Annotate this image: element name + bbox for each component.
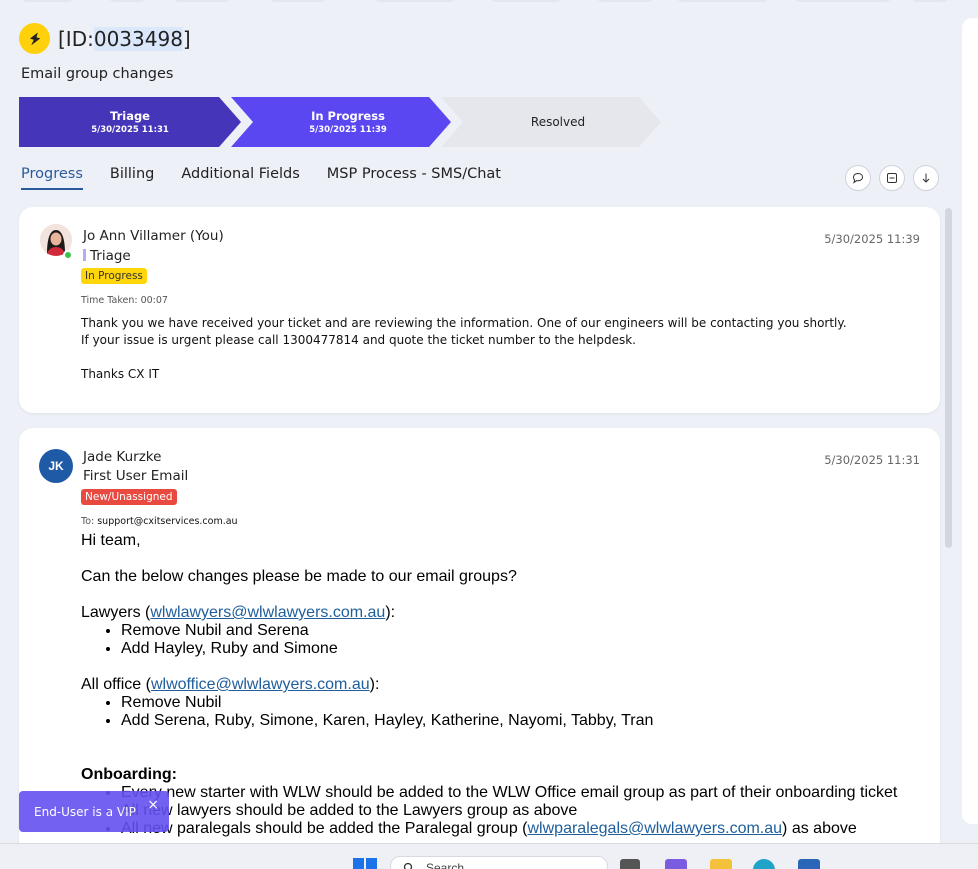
onboarding-heading: Onboarding:: [81, 766, 177, 783]
step-resolved[interactable]: Resolved: [441, 97, 661, 147]
ticket-icon: [19, 23, 50, 54]
email-link[interactable]: wlwoffice@wlwlawyers.com.au: [151, 676, 370, 693]
list-item: All new lawyers should be added to the L…: [121, 802, 897, 820]
email-link[interactable]: wlwparalegals@wlwlawyers.com.au: [528, 820, 783, 837]
status-badge: In Progress: [81, 268, 147, 284]
download-icon[interactable]: [913, 165, 939, 191]
step-in-progress[interactable]: In Progress 5/30/2025 11:39: [231, 97, 451, 147]
vip-toast: End-User is a VIP ×: [19, 791, 169, 832]
tab-billing[interactable]: Billing: [110, 166, 154, 190]
collapse-icon[interactable]: [879, 165, 905, 191]
entry-status-line: Triage: [83, 248, 131, 264]
right-side-panel: [962, 18, 978, 824]
task-view-icon[interactable]: [620, 859, 640, 869]
to-address: To: support@cxitservices.com.au: [81, 516, 238, 527]
entry-author: Jo Ann Villamer (You): [83, 228, 224, 244]
store-icon[interactable]: [798, 859, 820, 869]
taskbar: Search: [0, 843, 978, 869]
tab-bar: Progress Billing Additional Fields MSP P…: [21, 166, 528, 190]
entry-author: Jade Kurzke: [83, 449, 162, 465]
list-item: Remove Nubil: [121, 694, 897, 712]
email-body: Hi team, Can the below changes please be…: [81, 532, 897, 838]
ticket-subject: Email group changes: [21, 66, 174, 82]
email-link[interactable]: wlwlawyers@wlwlawyers.com.au: [150, 604, 385, 621]
edge-icon[interactable]: [753, 859, 775, 869]
search-icon: [403, 862, 413, 869]
list-item: Remove Nubil and Serena: [121, 622, 897, 640]
step-triage[interactable]: Triage 5/30/2025 11:31: [19, 97, 241, 147]
entry-status-line: First User Email: [83, 468, 189, 484]
toolbar: [845, 165, 947, 191]
timeline-entry: Jo Ann Villamer (You) Triage In Progress…: [19, 207, 940, 413]
ticket-header: [ID:0033498]: [19, 23, 191, 54]
list-item: Add Hayley, Ruby and Simone: [121, 640, 897, 658]
ticket-id-number[interactable]: 0033498: [93, 26, 183, 51]
list-item: Add Serena, Ruby, Simone, Karen, Hayley,…: [121, 712, 897, 730]
list-item: Every new starter with WLW should be add…: [121, 784, 897, 802]
tab-msp-process[interactable]: MSP Process - SMS/Chat: [327, 166, 501, 190]
top-tab-strip: [0, 0, 978, 4]
comment-icon[interactable]: [845, 165, 871, 191]
entry-body: Thank you we have received your ticket a…: [81, 316, 847, 381]
scrollbar[interactable]: [945, 208, 952, 548]
tab-additional-fields[interactable]: Additional Fields: [181, 166, 299, 190]
entry-timestamp: 5/30/2025 11:31: [824, 453, 920, 467]
windows-start-icon[interactable]: [353, 858, 377, 869]
online-status-icon: [63, 250, 73, 260]
status-badge: New/Unassigned: [81, 489, 177, 505]
taskbar-search[interactable]: Search: [390, 856, 608, 869]
status-stepper: Triage 5/30/2025 11:31 In Progress 5/30/…: [19, 97, 669, 147]
tab-progress[interactable]: Progress: [21, 166, 83, 190]
time-taken: Time Taken: 00:07: [81, 295, 168, 306]
entry-timestamp: 5/30/2025 11:39: [824, 232, 920, 246]
close-icon[interactable]: ×: [147, 797, 159, 813]
ticket-id: [ID:0033498]: [58, 26, 191, 51]
file-explorer-icon[interactable]: [710, 859, 732, 869]
copilot-icon[interactable]: [665, 859, 687, 869]
list-item: All new paralegals should be added the P…: [121, 820, 897, 838]
avatar: JK: [39, 449, 73, 483]
